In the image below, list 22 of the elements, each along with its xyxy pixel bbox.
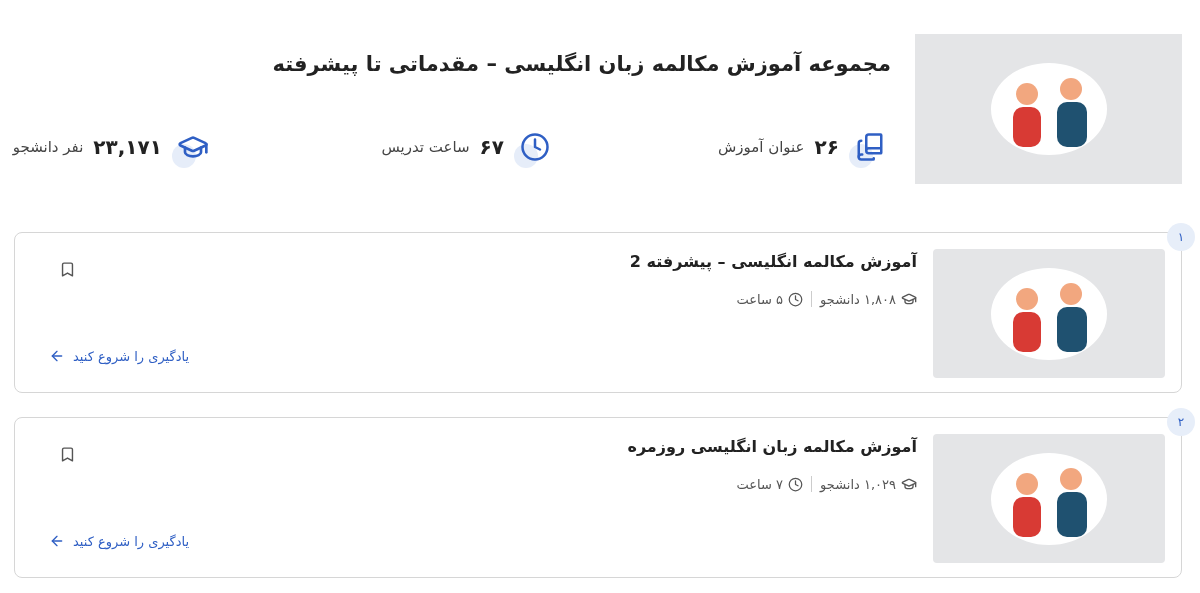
graduation-cap-icon: [901, 291, 917, 307]
start-learning-link[interactable]: یادگیری را شروع کنید: [49, 348, 190, 364]
stat-label: عنوان آموزش: [717, 138, 805, 156]
collection-title: مجموعه آموزش مکالمه زبان انگلیسی – مقدماتی تا پیشرفته: [271, 52, 891, 76]
course-number: ۲: [1167, 408, 1195, 436]
clock-icon: [788, 476, 804, 492]
course-title: آموزش مکالمه زبان انگلیسی روزمره: [627, 437, 917, 456]
stat-value: ۶۷: [479, 135, 504, 159]
stat-value: ۲۳,۱۷۱: [93, 135, 162, 159]
course-duration: ۷ ساعت: [736, 476, 784, 492]
course-title: آموزش مکالمه انگلیسی – پیشرفته 2: [629, 252, 917, 271]
stat-label: ساعت تدریس: [381, 138, 470, 156]
start-learning-link[interactable]: یادگیری را شروع کنید: [49, 533, 190, 549]
student-count: ۱,۰۲۹ دانشجو: [820, 476, 896, 492]
course-number: ۱: [1167, 223, 1195, 251]
stat-label: نفر دانشجو: [12, 138, 84, 156]
student-count: ۱,۸۰۸ دانشجو: [820, 291, 896, 307]
arrow-left-icon: [49, 533, 65, 549]
stat-value: ۲۶: [814, 135, 839, 159]
clock-icon: [788, 291, 804, 307]
course-duration: ۵ ساعت: [736, 291, 784, 307]
graduation-cap-icon: [901, 476, 917, 492]
